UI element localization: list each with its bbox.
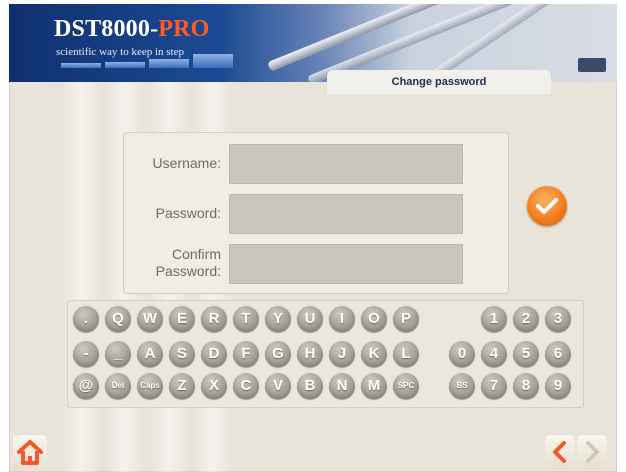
key-8[interactable]: 8 (513, 373, 539, 399)
key-9[interactable]: 9 (545, 373, 571, 399)
confirm-row: Confirm Password: (124, 244, 508, 284)
brand-logo: DST8000-PRO (54, 16, 210, 43)
key-5[interactable]: 5 (513, 341, 539, 367)
username-input[interactable] (229, 144, 463, 184)
brand-main: DST8000- (54, 16, 159, 42)
app-frame: DST8000-PRO scientific way to keep in st… (9, 4, 617, 472)
tab-bar (149, 59, 189, 68)
forward-button[interactable] (577, 435, 607, 469)
key-bs[interactable]: BS (449, 373, 475, 399)
key-h[interactable]: H (297, 341, 323, 367)
key-e[interactable]: E (169, 306, 195, 332)
key-z[interactable]: Z (169, 373, 195, 399)
confirm-label: Confirm Password: (156, 246, 221, 280)
tab-bar (193, 54, 233, 68)
key-1[interactable]: 1 (481, 306, 507, 332)
key-3[interactable]: 3 (545, 306, 571, 332)
key-s[interactable]: S (169, 341, 195, 367)
key-spc[interactable]: SPC (393, 373, 419, 399)
key-u[interactable]: U (297, 306, 323, 332)
username-row: Username: (124, 144, 508, 184)
chevron-left-icon (553, 441, 566, 463)
password-label: Password: (155, 205, 221, 221)
decor-stripe (61, 82, 101, 472)
key-t[interactable]: T (233, 306, 259, 332)
home-button[interactable] (13, 435, 47, 469)
home-icon (17, 440, 43, 465)
brand-slogan: scientific way to keep in step (56, 46, 184, 58)
on-screen-keyboard: . Q W E R T Y U I O P 1 2 3 - _ A S D F G H J K L 0 4 5 6 @ Del Caps Z X C… (67, 300, 584, 408)
key-a[interactable]: A (137, 341, 163, 367)
screen-title: Change password (327, 70, 551, 94)
key-0[interactable]: 0 (449, 341, 475, 367)
key-j[interactable]: J (329, 341, 355, 367)
key-c[interactable]: C (233, 373, 259, 399)
key-g[interactable]: G (265, 341, 291, 367)
key-7[interactable]: 7 (481, 373, 507, 399)
username-label: Username: (152, 155, 221, 171)
confirm-button[interactable] (527, 186, 567, 226)
key-hyphen[interactable]: - (73, 341, 99, 367)
key-del[interactable]: Del (105, 373, 131, 399)
confirm-label-line1: Confirm (171, 246, 221, 262)
key-d[interactable]: D (201, 341, 227, 367)
back-button[interactable] (545, 435, 575, 469)
key-w[interactable]: W (137, 306, 163, 332)
key-q[interactable]: Q (105, 306, 131, 332)
key-i[interactable]: I (329, 306, 355, 332)
key-y[interactable]: Y (265, 306, 291, 332)
checkmark-icon (536, 198, 558, 214)
key-b[interactable]: B (297, 373, 323, 399)
key-v[interactable]: V (265, 373, 291, 399)
confirm-password-input[interactable] (229, 244, 463, 284)
tab-bar (105, 62, 145, 68)
tab-bar (61, 63, 101, 68)
key-4[interactable]: 4 (481, 341, 507, 367)
confirm-label-line2: Password: (155, 263, 221, 279)
key-k[interactable]: K (361, 341, 387, 367)
chevron-right-icon (586, 441, 599, 463)
brand-accent: PRO (158, 16, 210, 42)
credentials-panel: Username: Password: Confirm Password: (123, 132, 509, 294)
key-o[interactable]: O (361, 306, 387, 332)
key-l[interactable]: L (393, 341, 419, 367)
key-n[interactable]: N (329, 373, 355, 399)
corner-logo (578, 58, 606, 72)
decor-rail (267, 4, 605, 72)
key-2[interactable]: 2 (513, 306, 539, 332)
key-p[interactable]: P (393, 306, 419, 332)
key-m[interactable]: M (361, 373, 387, 399)
key-caps[interactable]: Caps (137, 373, 163, 399)
key-x[interactable]: X (201, 373, 227, 399)
key-f[interactable]: F (233, 341, 259, 367)
key-underscore[interactable]: _ (105, 341, 131, 367)
password-input[interactable] (229, 194, 463, 234)
key-6[interactable]: 6 (545, 341, 571, 367)
key-r[interactable]: R (201, 306, 227, 332)
key-at[interactable]: @ (73, 373, 99, 399)
key-period[interactable]: . (73, 306, 99, 332)
password-row: Password: (124, 194, 508, 234)
